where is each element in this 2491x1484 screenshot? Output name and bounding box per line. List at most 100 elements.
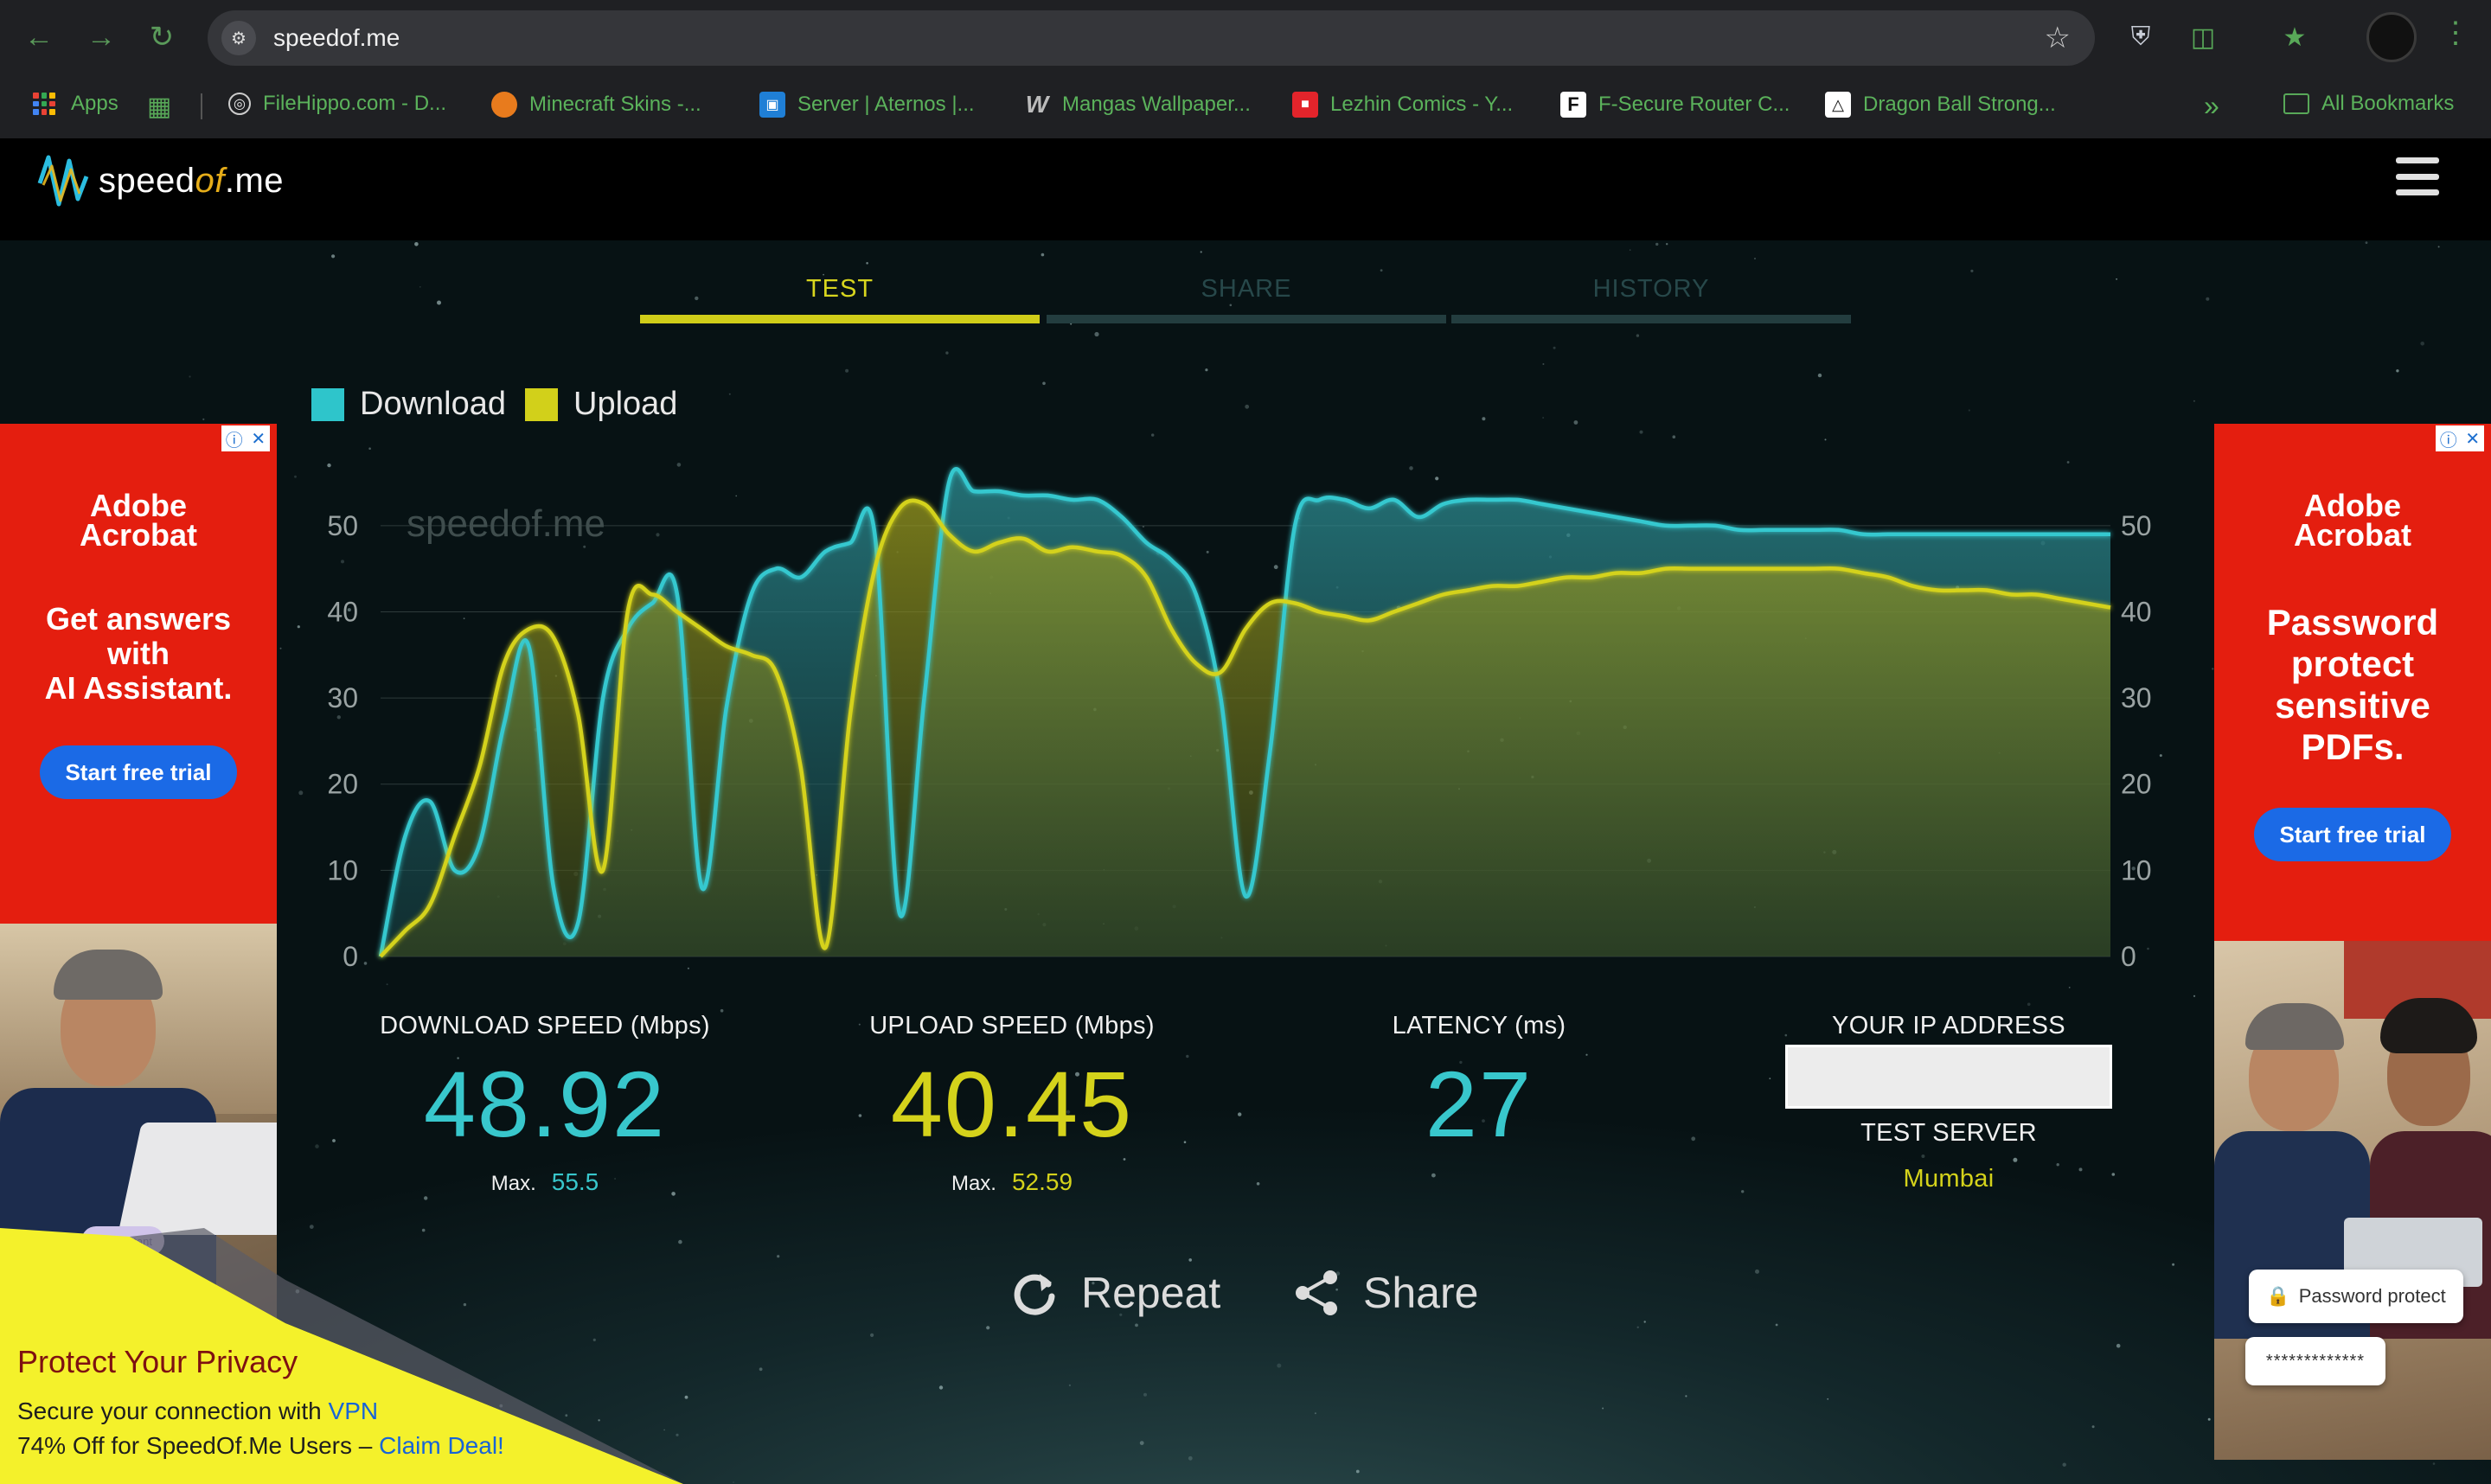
tab-history[interactable]: HISTORY <box>1451 275 1851 323</box>
ip-stat: YOUR IP ADDRESS <box>1773 1012 2124 1040</box>
chart-legend: Download Upload <box>311 386 696 423</box>
y-tick-left: 40 <box>327 596 358 627</box>
star-dot <box>1691 1136 1696 1142</box>
wave-logo-icon <box>37 155 89 207</box>
star-dot <box>1655 242 1659 246</box>
bookmark-label: Dragon Ball Strong... <box>1863 93 2056 116</box>
star-dot <box>2062 1462 2066 1467</box>
address-bar[interactable]: ⚙ speedof.me ☆ <box>208 10 2095 66</box>
star-dot <box>728 393 731 395</box>
tab-test[interactable]: TEST <box>640 275 1040 323</box>
star-dot <box>1380 269 1383 272</box>
max-value: 52.59 <box>1011 1168 1073 1195</box>
upload-max: Max. 52.59 <box>839 1168 1185 1196</box>
speed-chart: 0 0 10 10 20 20 30 30 40 40 50 50 speedof.me <box>327 466 2152 972</box>
password-field-chip: ************* <box>2245 1337 2385 1385</box>
ad-product-name: Adobe Acrobat <box>79 488 198 553</box>
star-dot <box>1643 1321 1646 1323</box>
adchoices-icon[interactable]: ⓘ ✕ <box>221 425 270 451</box>
star-dot <box>414 242 419 246</box>
hamburger-menu-icon[interactable] <box>2396 157 2439 195</box>
star-dot <box>1186 1054 1189 1059</box>
bookmark-minecraft-skins[interactable]: Minecraft Skins -... <box>491 92 701 118</box>
reload-icon[interactable]: ↻ <box>140 16 183 59</box>
star-dot <box>1431 1173 1436 1178</box>
bookmarks-overflow-icon[interactable]: » <box>2204 90 2219 122</box>
bookmark-lezhin[interactable]: ■ Lezhin Comics - Y... <box>1292 92 1513 118</box>
star-dot <box>1639 430 1643 434</box>
star-dot <box>1200 251 1202 253</box>
ad-headline: Password protect sensitive PDFs. <box>2266 602 2439 767</box>
star-dot <box>2432 1462 2436 1465</box>
star-dot <box>1755 1269 1759 1274</box>
tab-indicator <box>1047 315 1446 323</box>
all-bookmarks-folder[interactable]: All Bookmarks <box>2283 92 2454 116</box>
star-dot <box>986 1326 990 1330</box>
bookmark-star-icon[interactable]: ☆ <box>2045 22 2071 54</box>
star-dot <box>1672 435 1676 438</box>
ad-cta-button[interactable]: Start free trial <box>40 745 237 799</box>
site-info-icon[interactable]: ⚙ <box>221 21 256 55</box>
profile-avatar[interactable] <box>2366 12 2417 62</box>
bookmark-aternos[interactable]: ▣ Server | Aternos |... <box>759 92 975 118</box>
bookmark-fsecure[interactable]: F F-Secure Router C... <box>1560 92 1790 118</box>
download-value: 48.92 <box>423 1052 667 1156</box>
star-dot <box>870 1333 874 1337</box>
bookmark-manager-icon[interactable]: ★ <box>2275 17 2315 57</box>
star-dot <box>1245 404 1250 409</box>
star-dot <box>1188 1455 1193 1461</box>
ad-cta-button[interactable]: Start free trial <box>2254 808 2451 861</box>
star-dot <box>2193 995 2196 997</box>
shield-extension-icon[interactable]: ⛨ <box>2121 17 2161 57</box>
bookmark-label: Server | Aternos |... <box>797 93 975 116</box>
star-dot <box>1256 1182 1260 1186</box>
repeat-label: Repeat <box>1081 1269 1221 1317</box>
bookmark-label: Lezhin Comics - Y... <box>1330 93 1514 116</box>
bookmark-apps[interactable]: Apps <box>33 92 118 116</box>
right-ad-banner[interactable]: ⓘ ✕ Adobe Acrobat Password protect sensitive… <box>2214 424 2491 1460</box>
back-arrow-icon[interactable]: ← <box>17 16 61 59</box>
y-tick-right: 30 <box>2121 682 2152 713</box>
url-text[interactable]: speedof.me <box>273 24 400 52</box>
bookmark-dragon-ball[interactable]: △ Dragon Ball Strong... <box>1825 92 2056 118</box>
legend-download-label: Download <box>360 386 506 422</box>
fsecure-icon: F <box>1560 92 1586 118</box>
w-logo-icon: W <box>1025 91 1049 118</box>
star-dot <box>1769 1078 1771 1079</box>
repeat-button[interactable]: Repeat <box>1010 1268 1220 1318</box>
site-header: speedof.me <box>0 138 2491 240</box>
y-tick-left: 10 <box>327 854 358 886</box>
forward-arrow-icon[interactable]: → <box>80 16 123 59</box>
share-button[interactable]: Share <box>1292 1268 1478 1318</box>
y-tick-right: 40 <box>2121 596 2152 627</box>
bookmark-filehippo[interactable]: ◎ FileHippo.com - D... <box>228 92 446 116</box>
extensions-puzzle-icon[interactable]: ◫ <box>2183 17 2223 57</box>
adchoices-icon[interactable]: ⓘ ✕ <box>2436 425 2484 451</box>
star-dot <box>419 285 421 288</box>
speedofme-logo[interactable]: speedof.me <box>36 150 284 211</box>
ip-address-field <box>1785 1045 2112 1109</box>
star-dot <box>1355 1469 1360 1474</box>
star-dot <box>1135 1323 1138 1327</box>
star-dot <box>1553 346 1556 349</box>
star-dot <box>315 1144 319 1148</box>
tab-bar: TEST SHARE HISTORY <box>640 275 1851 323</box>
tab-share[interactable]: SHARE <box>1047 275 1446 323</box>
browser-menu-icon[interactable]: ⋮ <box>2441 16 2470 50</box>
star-dot <box>1068 1384 1071 1386</box>
bookmark-mangas-wallpaper[interactable]: W Mangas Wallpaper... <box>1024 91 1251 118</box>
latency-header: LATENCY (ms) <box>1392 1012 1566 1039</box>
download-stat: DOWNLOAD SPEED (Mbps) 48.92 Max. 55.5 <box>372 1012 718 1196</box>
chart-watermark: speedof.me <box>407 502 605 545</box>
tab-label: TEST <box>805 275 874 303</box>
star-dot <box>1754 258 1756 259</box>
vpn-promo-banner[interactable] <box>0 1228 683 1484</box>
ip-header: YOUR IP ADDRESS <box>1832 1012 2065 1039</box>
star-dot <box>424 1196 428 1200</box>
bookmark-label: F-Secure Router C... <box>1598 93 1790 116</box>
star-dot <box>2091 1425 2095 1429</box>
max-label: Max. <box>951 1172 996 1195</box>
max-value: 55.5 <box>551 1168 599 1195</box>
tab-groups-icon[interactable]: ▦ <box>147 92 171 122</box>
y-tick-right: 10 <box>2121 854 2152 886</box>
